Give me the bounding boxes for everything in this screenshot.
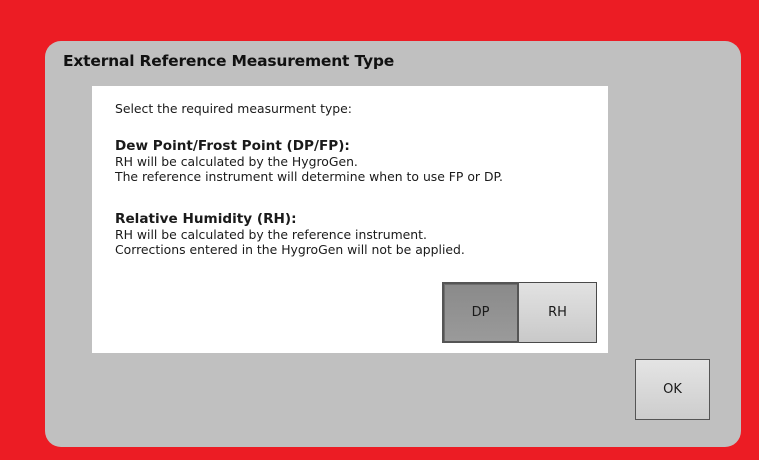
dp-button[interactable]: DP: [442, 282, 519, 343]
dialog-title: External Reference Measurement Type: [63, 52, 395, 70]
section-line: RH will be calculated by the HygroGen.: [115, 154, 358, 169]
section-relative-humidity: Relative Humidity (RH): RH will be calcu…: [115, 211, 465, 258]
rh-button[interactable]: RH: [519, 282, 597, 343]
section-line: RH will be calculated by the reference i…: [115, 227, 427, 242]
ok-button[interactable]: OK: [635, 359, 710, 420]
section-heading: Relative Humidity (RH):: [115, 211, 297, 227]
section-dew-point: Dew Point/Frost Point (DP/FP): RH will b…: [115, 138, 503, 185]
dialog-content: Select the required measurment type: Dew…: [92, 86, 608, 353]
section-line: Corrections entered in the HygroGen will…: [115, 242, 465, 257]
section-heading: Dew Point/Frost Point (DP/FP):: [115, 138, 350, 154]
screen-frame: External Reference Measurement Type Sele…: [0, 0, 771, 467]
section-line: The reference instrument will determine …: [115, 169, 503, 184]
dialog-panel: External Reference Measurement Type Sele…: [45, 41, 741, 447]
measurement-type-toggle: DP RH: [442, 282, 597, 343]
prompt-text: Select the required measurment type:: [115, 101, 352, 116]
